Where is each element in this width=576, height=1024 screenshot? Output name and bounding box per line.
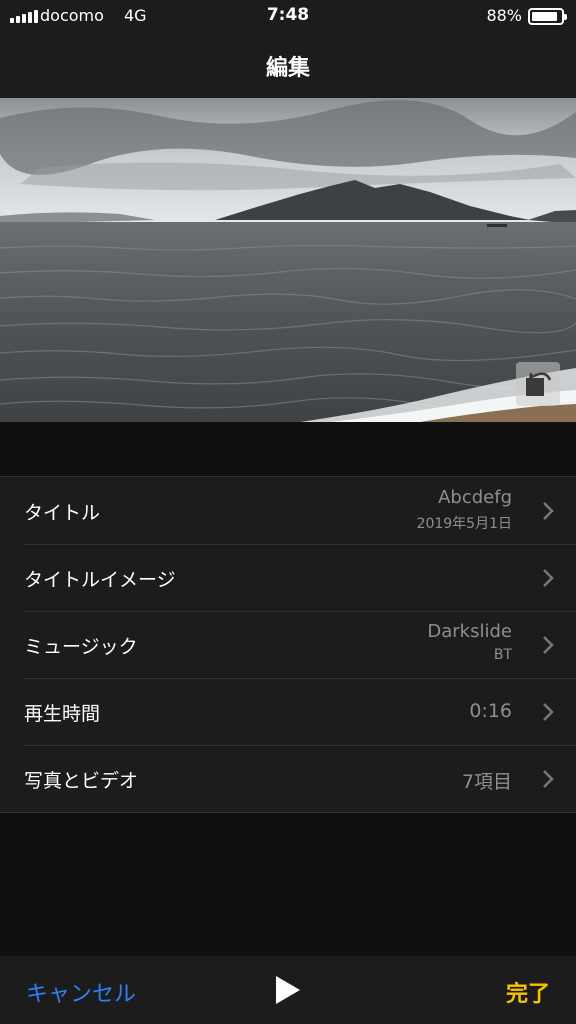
row-title-label: タイトル bbox=[24, 502, 101, 524]
row-music-label: ミュージック bbox=[24, 636, 138, 658]
done-button[interactable]: 完了 bbox=[506, 976, 550, 1008]
row-title-date: 2019年5月1日 bbox=[416, 516, 512, 532]
settings-list: タイトル Abcdefg 2019年5月1日 タイトルイメージ ミュージック D… bbox=[0, 476, 576, 813]
row-photos-videos-value: 7項目 bbox=[461, 771, 512, 793]
spacer bbox=[0, 422, 576, 476]
chevron-right-icon bbox=[543, 703, 554, 721]
rotate-button[interactable] bbox=[516, 362, 560, 406]
bottom-toolbar: キャンセル 完了 bbox=[0, 956, 576, 1024]
cancel-button[interactable]: キャンセル bbox=[26, 976, 136, 1008]
chevron-right-icon bbox=[543, 636, 554, 654]
row-photos-videos-label: 写真とビデオ bbox=[24, 770, 139, 792]
lake-landscape-photo bbox=[0, 98, 576, 422]
nav-bar: 編集 bbox=[0, 32, 576, 98]
row-title[interactable]: タイトル Abcdefg 2019年5月1日 bbox=[0, 477, 576, 544]
rotate-icon bbox=[526, 372, 552, 396]
row-music-artist: BT bbox=[493, 647, 512, 663]
row-duration[interactable]: 再生時間 0:16 bbox=[0, 678, 576, 745]
status-bar: docomo 4G 7:48 88% bbox=[0, 0, 576, 32]
battery-percent: 88% bbox=[486, 6, 522, 25]
row-duration-label: 再生時間 bbox=[24, 703, 101, 725]
battery-icon bbox=[528, 8, 567, 25]
row-photos-videos[interactable]: 写真とビデオ 7項目 bbox=[0, 745, 576, 812]
chevron-right-icon bbox=[543, 569, 554, 587]
row-music[interactable]: ミュージック Darkslide BT bbox=[0, 611, 576, 678]
chevron-right-icon bbox=[543, 502, 554, 520]
row-title-image-label: タイトルイメージ bbox=[24, 569, 176, 591]
chevron-right-icon bbox=[543, 770, 554, 788]
row-duration-value: 0:16 bbox=[469, 700, 512, 722]
video-preview[interactable] bbox=[0, 98, 576, 422]
play-icon[interactable] bbox=[274, 974, 302, 1006]
row-title-image[interactable]: タイトルイメージ bbox=[0, 544, 576, 611]
row-music-value: Darkslide bbox=[427, 621, 512, 642]
page-title: 編集 bbox=[265, 56, 310, 81]
row-title-value: Abcdefg bbox=[438, 487, 512, 508]
battery-fill bbox=[532, 12, 557, 21]
